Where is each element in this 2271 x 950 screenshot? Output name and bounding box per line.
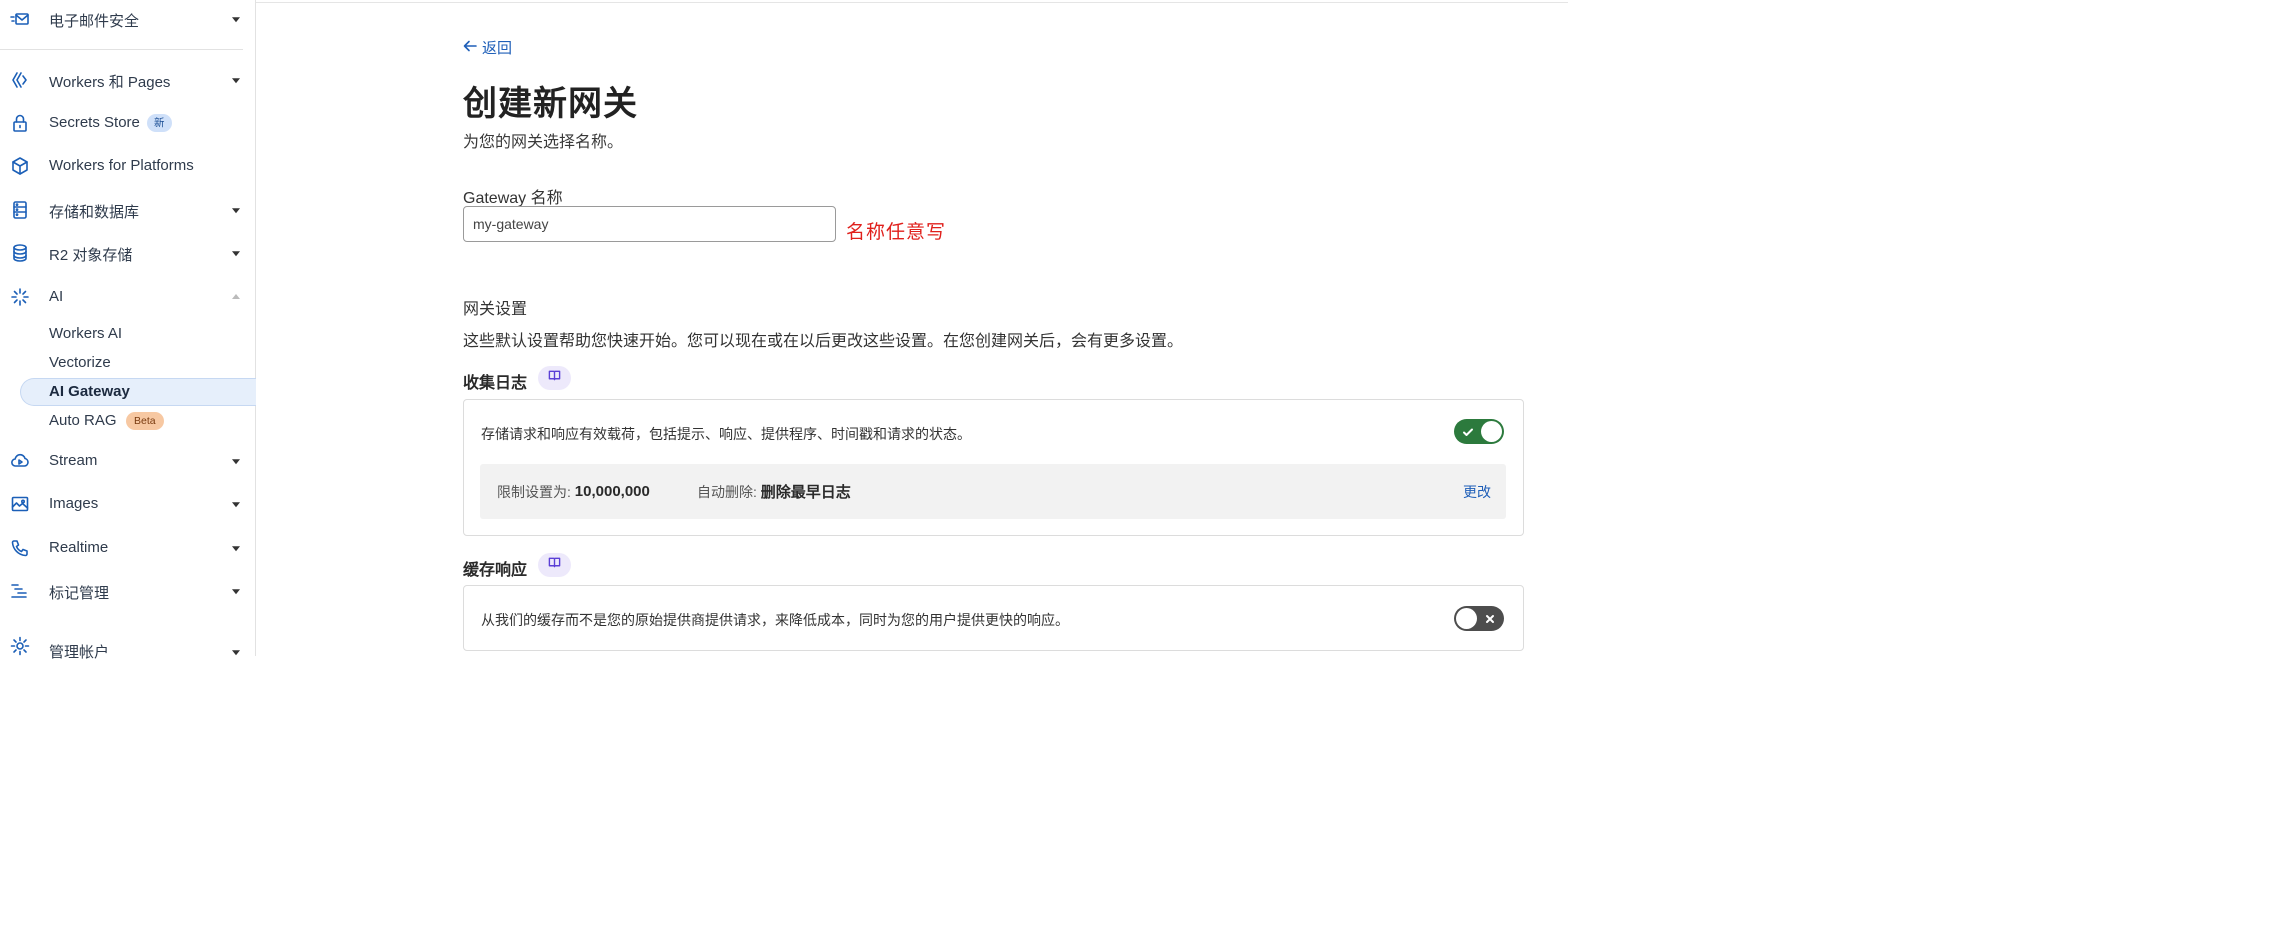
sparkle-icon: [9, 286, 31, 308]
sidebar-item-stream[interactable]: Stream: [0, 443, 255, 479]
sidebar-item-workers-for-platforms[interactable]: Workers for Platforms: [0, 148, 255, 184]
gateway-name-label: Gateway 名称: [463, 190, 563, 207]
image-icon: [9, 493, 31, 515]
sidebar-item-label: Images: [49, 495, 99, 512]
cache-responses-description: 从我们的缓存而不是您的原始提供商提供请求，来降低成本，同时为您的用户提供更快的响…: [481, 612, 1069, 628]
settings-title: 网关设置: [463, 301, 528, 318]
auto-delete-label: 自动删除:: [697, 483, 757, 500]
limit-value: 10,000,000: [574, 483, 650, 500]
limit-label: 限制设置为:: [497, 483, 571, 500]
sidebar-item-workers-pages[interactable]: Workers 和 Pages: [0, 62, 255, 98]
toggle-knob: [1481, 421, 1502, 442]
chevron-down-icon: [232, 208, 240, 214]
sidebar-item-realtime[interactable]: Realtime: [0, 530, 255, 566]
sidebar-subitem-workers-ai[interactable]: Workers AI: [49, 325, 122, 342]
chevron-down-icon: [232, 459, 240, 465]
chevron-down-icon: [232, 17, 240, 23]
sidebar-item-label: R2 对象存储: [49, 247, 133, 264]
page-subtitle: 为您的网关选择名称。: [463, 134, 624, 151]
collect-logs-title: 收集日志: [463, 375, 528, 392]
beta-badge: Beta: [126, 412, 164, 430]
sidebar-item-email-security[interactable]: 电子邮件安全: [0, 1, 255, 37]
sidebar-subitem-auto-rag[interactable]: Auto RAG Beta: [0, 403, 255, 439]
auto-delete-setting: 自动删除: 删除最早日志: [697, 464, 851, 519]
arrow-left-icon: [463, 39, 477, 57]
collect-logs-description: 存储请求和响应有效载荷，包括提示、响应、提供程序、时间戳和请求的状态。: [481, 426, 971, 442]
sidebar-item-tag-management[interactable]: 标记管理: [0, 573, 255, 609]
cache-responses-toggle[interactable]: [1454, 606, 1504, 631]
sidebar-item-label: AI: [49, 288, 64, 305]
sidebar-item-storage-db[interactable]: 存储和数据库: [0, 192, 255, 228]
annotation-text: 名称任意写: [846, 222, 947, 243]
sidebar-item-label: 标记管理: [49, 585, 110, 602]
book-icon: [548, 369, 561, 387]
lock-icon: [9, 112, 31, 134]
change-link[interactable]: 更改: [1463, 464, 1491, 519]
close-icon: [1479, 606, 1501, 631]
sidebar-divider: [0, 49, 243, 50]
sidebar-item-label: Secrets Store: [49, 114, 140, 131]
sidebar-item-label: 存储和数据库: [49, 204, 140, 221]
sidebar-item-r2[interactable]: R2 对象存储: [0, 235, 255, 271]
chevron-down-icon: [232, 589, 240, 595]
tag-list-icon: [9, 580, 31, 602]
sidebar-item-label: Auto RAG: [49, 412, 117, 429]
check-icon: [1457, 419, 1479, 444]
docs-book-button[interactable]: [538, 366, 571, 390]
sidebar-item-ai[interactable]: AI: [0, 279, 255, 315]
cloud-play-icon: [9, 450, 31, 472]
cache-responses-title: 缓存响应: [463, 562, 528, 579]
settings-description: 这些默认设置帮助您快速开始。您可以现在或在以后更改这些设置。在您创建网关后，会有…: [463, 333, 1184, 350]
sidebar: 电子邮件安全 Workers 和 Pages Secrets Store 新 W…: [0, 0, 256, 661]
chevron-down-icon: [232, 546, 240, 552]
phone-icon: [9, 537, 31, 559]
page-title: 创建新网关: [463, 85, 638, 123]
chevron-down-icon: [232, 251, 240, 257]
sidebar-item-images[interactable]: Images: [0, 486, 255, 522]
auto-delete-value: 删除最早日志: [760, 484, 851, 501]
sidebar-item-manage-account[interactable]: 管理帐户: [0, 632, 255, 668]
gateway-name-input[interactable]: [463, 206, 836, 242]
gear-icon: [9, 635, 31, 657]
sidebar-item-label: Workers for Platforms: [49, 157, 194, 174]
sidebar-item-label: Workers 和 Pages: [49, 74, 171, 91]
sidebar-item-label: Realtime: [49, 539, 109, 556]
main-content: 返回 创建新网关 为您的网关选择名称。 Gateway 名称 名称任意写 网关设…: [256, 0, 1568, 656]
chevron-up-icon: [232, 294, 240, 299]
sidebar-item-label: 电子邮件安全: [49, 13, 140, 30]
back-link[interactable]: 返回: [463, 37, 512, 58]
sidebar-item-label: Stream: [49, 452, 98, 469]
collect-logs-toggle[interactable]: [1454, 419, 1504, 444]
sidebar-item-label: 管理帐户: [49, 644, 110, 661]
sidebar-item-secrets-store[interactable]: Secrets Store 新: [0, 105, 255, 141]
chevron-down-icon: [232, 502, 240, 508]
sidebar-subitem-ai-gateway[interactable]: AI Gateway: [49, 383, 130, 400]
log-limit-box: 限制设置为: 10,000,000 自动删除: 删除最早日志 更改: [480, 464, 1506, 519]
docs-book-button[interactable]: [538, 553, 571, 577]
workers-icon: [9, 69, 31, 91]
limit-setting: 限制设置为: 10,000,000: [497, 464, 650, 519]
book-icon: [548, 556, 561, 574]
database-icon: [9, 242, 31, 264]
collect-logs-card: 存储请求和响应有效载荷，包括提示、响应、提供程序、时间戳和请求的状态。 限制设置…: [463, 399, 1524, 536]
toggle-knob: [1456, 608, 1477, 629]
chevron-down-icon: [232, 650, 240, 656]
chevron-down-icon: [232, 78, 240, 84]
email-icon: [9, 8, 31, 30]
sidebar-subitem-vectorize[interactable]: Vectorize: [49, 354, 111, 371]
cube-icon: [9, 155, 31, 177]
storage-icon: [9, 199, 31, 221]
cache-responses-card: 从我们的缓存而不是您的原始提供商提供请求，来降低成本，同时为您的用户提供更快的响…: [463, 585, 1524, 651]
new-badge: 新: [147, 114, 172, 132]
back-label: 返回: [482, 40, 513, 57]
